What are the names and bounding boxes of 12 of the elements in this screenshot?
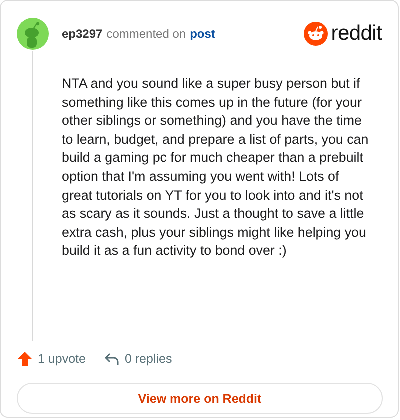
reply-count: 0 replies [124,352,172,366]
logo-wordmark: reddit [331,22,382,46]
comment-text: NTA and you sound like a super busy person but if something like this comes up in the future (for your other siblings or something) and you have the time to learn, budget, and prepare a list of parts, you can build a gaming pc for much cheaper than a prebuilt option that I'm assuming you went with! Lots of great tutorials on YT for you to look into and it's not as scary as it sounds. Just a thought to save a little extra cash, plus your siblings might like helping you build it as a fun activity to bond over :) [62,75,370,260]
reply-icon[interactable] [104,351,120,367]
author-name[interactable]: ep3297 [62,27,103,41]
upvote-icon[interactable] [17,351,33,367]
upvote-count: 1 upvote [38,352,86,366]
view-more-button[interactable]: View more on Reddit [17,383,383,414]
comment-action: commented on [106,27,186,41]
avatar-icon [17,18,49,50]
post-link[interactable]: post [190,27,216,41]
reddit-snoo-icon [304,22,328,46]
